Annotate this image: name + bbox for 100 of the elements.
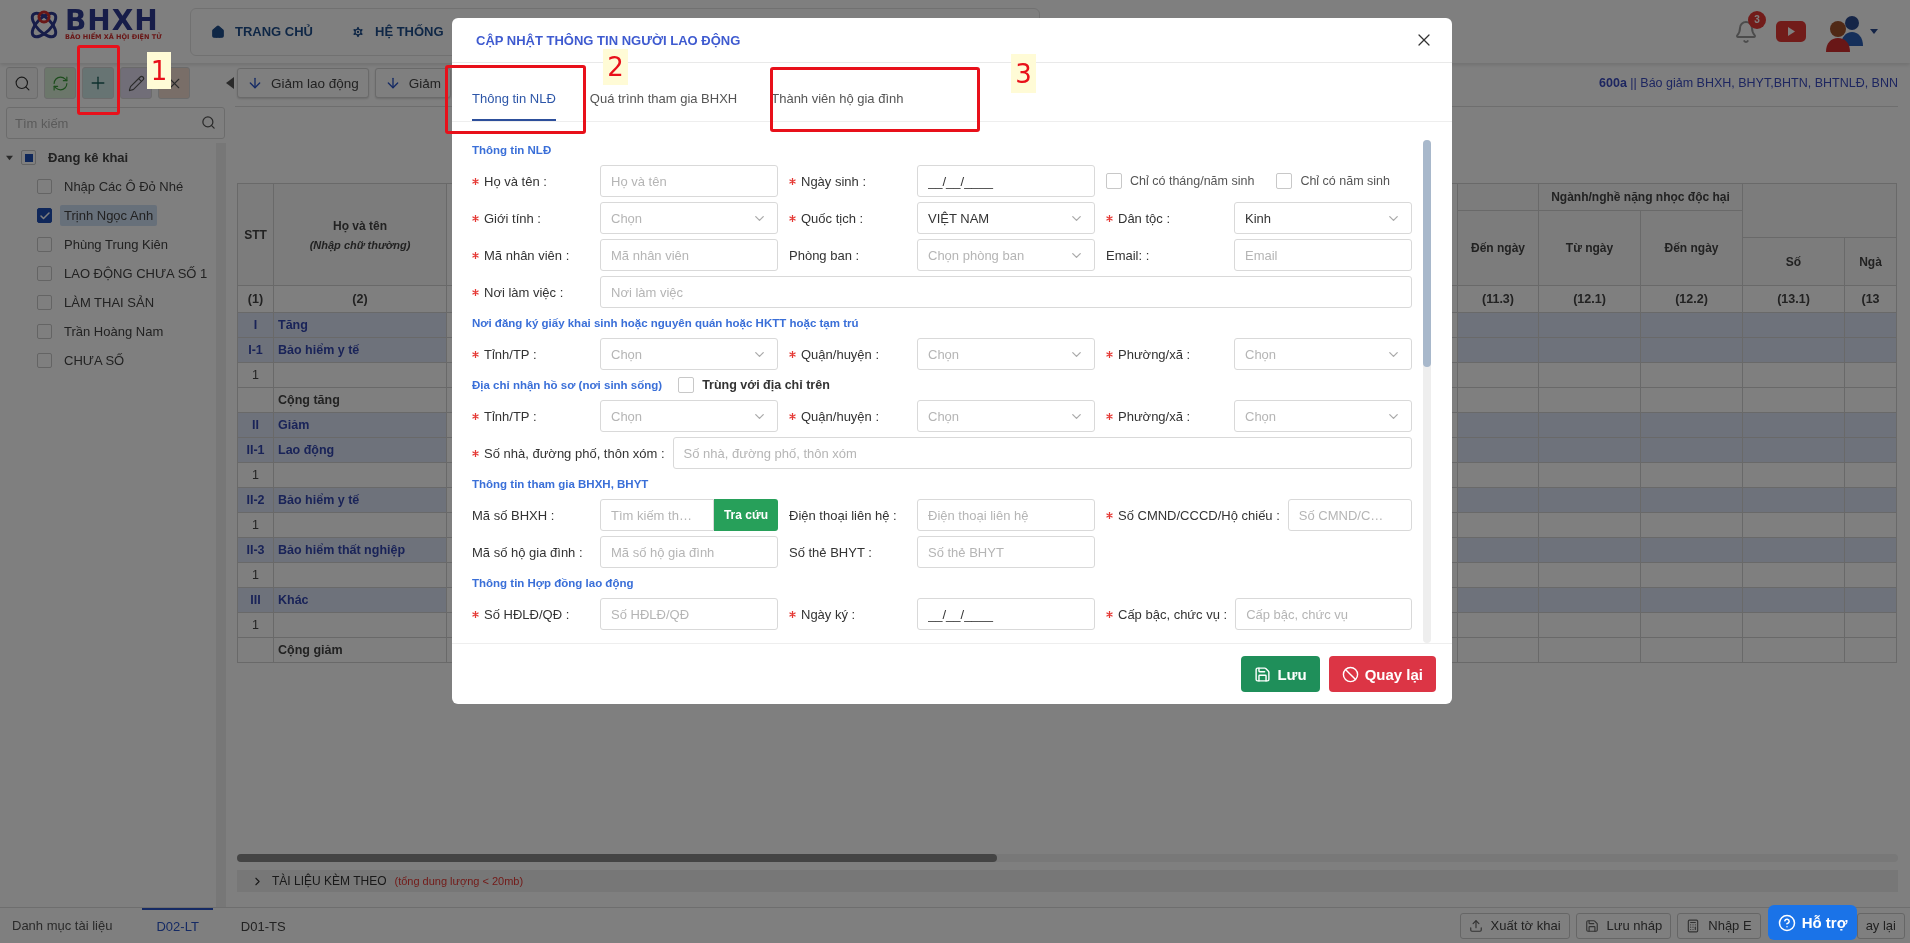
input-field[interactable]: Điện thoại liên hệ: [917, 499, 1095, 531]
column-header: Đến ngày: [1640, 210, 1743, 286]
section-title: Thông tin NLĐ: [472, 144, 552, 156]
table-cell: (12.2): [1640, 285, 1743, 313]
pencil-icon: [127, 74, 145, 92]
select-field[interactable]: Chọn: [600, 338, 778, 370]
column-header: Từ ngày: [1538, 210, 1641, 286]
input-field[interactable]: Số thẻ BHYT: [917, 536, 1095, 568]
tree-item[interactable]: Đang kê khai: [44, 147, 133, 168]
table-cell: 1: [237, 362, 274, 388]
lookup-button[interactable]: Tra cứu: [713, 499, 778, 531]
annotation-number: 2: [603, 49, 628, 85]
field-label: Phường/xã :: [1118, 408, 1191, 424]
help-button[interactable]: Hỗ trợ: [1768, 905, 1857, 940]
refresh-button[interactable]: [44, 67, 76, 99]
annotation-box: [77, 45, 120, 115]
input-field[interactable]: Họ và tên: [600, 165, 778, 197]
table-cell: II-2: [237, 487, 274, 513]
tree-item[interactable]: Trần Hoàng Nam: [60, 321, 168, 342]
tree-item[interactable]: CHƯA SỐ: [60, 350, 129, 371]
upload-icon: [1468, 918, 1483, 933]
tree-item[interactable]: Trịnh Ngọc Anh: [60, 205, 158, 226]
table-cell: (12.1): [1538, 285, 1641, 313]
input-field[interactable]: Email: [1234, 239, 1412, 271]
checkbox-label: Chỉ có năm sinh: [1300, 174, 1390, 188]
action-button[interactable]: Giảm lao động: [237, 68, 369, 98]
input-field[interactable]: Số nhà, đường phố, thôn xóm: [672, 437, 1412, 469]
field-label: Số thẻ BHYT :: [789, 544, 872, 560]
gear-icon: [351, 24, 365, 39]
select-field[interactable]: Chọn phòng ban: [917, 239, 1095, 271]
input-field[interactable]: Số CMND/C…: [1287, 499, 1412, 531]
select-field[interactable]: Chọn: [1234, 400, 1412, 432]
column-header: STT: [237, 183, 274, 286]
action-button[interactable]: ay lại: [1856, 912, 1905, 939]
select-field[interactable]: Chọn: [600, 202, 778, 234]
field-label: Số CMND/CCCD/Hộ chiếu :: [1118, 507, 1280, 523]
field-label: Số nhà, đường phố, thôn xóm :: [484, 445, 665, 461]
field-label: Số HĐLĐ/QĐ :: [484, 606, 570, 622]
select-field[interactable]: Kinh: [1234, 202, 1412, 234]
annotation-number: 1: [147, 52, 171, 89]
column-header: Số: [1742, 237, 1845, 286]
scrollbar-thumb[interactable]: [237, 854, 997, 862]
action-button[interactable]: Xuất tờ khai: [1459, 912, 1570, 939]
field-label: Quận/huyện :: [801, 346, 880, 362]
dialog-title: CẬP NHẬT THÔNG TIN NGƯỜI LAO ĐỘNG: [476, 32, 741, 48]
field-label: Email: :: [1106, 247, 1150, 263]
field-label: Quận/huyện :: [801, 408, 880, 424]
input-field[interactable]: Cấp bậc, chức vụ: [1235, 598, 1412, 630]
select-field[interactable]: Chọn: [917, 338, 1095, 370]
tree-item[interactable]: Phùng Trung Kiên: [60, 234, 173, 255]
search-button[interactable]: [6, 67, 38, 99]
input-field[interactable]: __/__/____: [917, 598, 1095, 630]
table-cell: Bảo hiểm y tế: [273, 487, 447, 513]
select-field[interactable]: Chọn: [600, 400, 778, 432]
document-tab[interactable]: D01-TS: [226, 908, 300, 943]
search-icon: [13, 74, 31, 92]
table-cell: (2): [273, 285, 447, 313]
input-field[interactable]: Mã số hộ gia đình: [600, 536, 778, 568]
tree-item[interactable]: LÀM THAI SẢN: [60, 292, 159, 313]
tab[interactable]: Thông tin NLĐ: [472, 63, 556, 121]
caret-icon[interactable]: [6, 154, 13, 161]
field-label: Nơi làm việc :: [484, 284, 564, 300]
nav-link[interactable]: TRANG CHỦ: [207, 20, 317, 43]
back-button[interactable]: Quay lại: [1328, 656, 1436, 692]
collapse-icon[interactable]: [226, 77, 234, 89]
caret-icon[interactable]: [1870, 29, 1878, 34]
field-label: Tỉnh/TP :: [484, 408, 537, 424]
refresh-icon: [51, 74, 69, 92]
action-button[interactable]: Giảm: [374, 68, 452, 98]
field-label: Phòng ban :: [789, 247, 860, 263]
tree-item[interactable]: LAO ĐỘNG CHƯA SỐ 1: [60, 263, 212, 284]
input-field[interactable]: Nơi làm việc: [600, 276, 1412, 308]
tab[interactable]: Thành viên hộ gia đình: [771, 63, 904, 121]
table-cell: Cộng tăng: [273, 387, 447, 413]
section-title: Địa chỉ nhận hồ sơ (nơi sinh sống): [472, 379, 663, 391]
nav-link[interactable]: HỆ THỐNG: [347, 20, 448, 43]
checkbox[interactable]: [37, 208, 52, 223]
table-cell: (1): [237, 285, 274, 313]
select-field[interactable]: Chọn: [1234, 338, 1412, 370]
input-field[interactable]: Mã nhân viên: [600, 239, 778, 271]
action-button[interactable]: Nhập E: [1677, 912, 1761, 939]
input-field[interactable]: __/__/____: [917, 165, 1095, 197]
bottom-title: Danh mục tài liệu: [12, 918, 113, 933]
video-play-icon[interactable]: [1776, 21, 1806, 42]
tree-item[interactable]: Nhập Các Ô Đỏ Nhé: [60, 176, 188, 197]
field-label: Ngày ký :: [801, 606, 856, 622]
input-field[interactable]: Tìm kiếm th…: [600, 499, 714, 531]
add-button[interactable]: [82, 67, 114, 99]
select-field[interactable]: VIỆT NAM: [917, 202, 1095, 234]
input-field[interactable]: Số HĐLĐ/QĐ: [600, 598, 778, 630]
attachments-label: TÀI LIỆU KÈM THEO: [272, 874, 387, 888]
save-button[interactable]: Lưu: [1241, 656, 1320, 692]
column-header: Họ và tên: [333, 218, 387, 233]
field-label: Điện thoại liên hệ :: [789, 507, 897, 523]
scrollbar-thumb[interactable]: [1423, 140, 1431, 367]
table-cell: Bảo hiểm thất nghiệp: [273, 537, 447, 563]
search-icon: [201, 115, 216, 130]
select-field[interactable]: Chọn: [917, 400, 1095, 432]
action-button[interactable]: Lưu nháp: [1575, 912, 1672, 939]
document-tab[interactable]: D02-LT: [142, 908, 213, 943]
